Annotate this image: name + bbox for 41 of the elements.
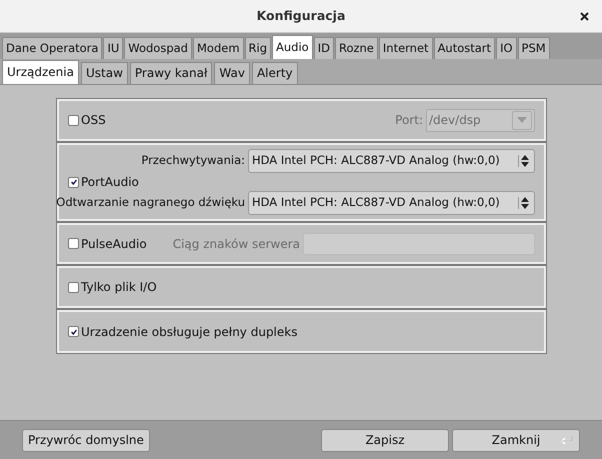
tab[interactable]: Rozne — [334, 37, 378, 59]
tab[interactable]: IU — [103, 37, 124, 59]
field-label: Odtwarzanie nagranego dźwięku — [55, 194, 245, 212]
checkbox[interactable] — [68, 282, 79, 292]
checkbox-label: PulseAudio — [81, 236, 147, 252]
tab[interactable]: Ustaw — [80, 62, 128, 84]
spinner-icon — [518, 155, 529, 167]
checkbox-label: PortAudio — [81, 174, 139, 191]
tab[interactable]: Audio — [272, 35, 313, 59]
checkbox-label: OSS — [81, 112, 106, 129]
restore-defaults-button[interactable]: Przywróc domyslne — [22, 428, 150, 452]
tab[interactable]: PSM — [518, 37, 550, 59]
checkbox[interactable] — [68, 176, 79, 188]
tab[interactable]: Wav — [214, 62, 250, 84]
tab[interactable]: Rig — [244, 37, 272, 59]
checkbox-label: Urzadzenie obsługuje pełny dupleks — [81, 324, 298, 340]
close-button[interactable]: Zamknij — [452, 428, 580, 452]
server-label: Ciąg znaków serwera — [172, 236, 300, 252]
checkbox[interactable] — [68, 114, 79, 126]
checkbox[interactable] — [68, 326, 79, 337]
checkbox-label: Tylko plik I/O — [81, 279, 157, 296]
port-label: Port: — [395, 112, 423, 129]
tab[interactable]: Wodospad — [124, 37, 192, 59]
tab[interactable]: Internet — [378, 37, 433, 59]
device-combo[interactable]: HDA Intel PCH: ALC887-VD Analog (hw:0,0) — [248, 149, 535, 173]
tab[interactable]: Alerty — [252, 62, 298, 84]
tab[interactable]: Autostart — [434, 37, 496, 59]
tab[interactable]: IO — [496, 37, 517, 59]
tab[interactable]: Urządzenia — [2, 60, 79, 84]
tab[interactable]: ID — [314, 37, 334, 59]
tab[interactable]: Modem — [192, 37, 244, 59]
tab[interactable]: Prawy kanał — [130, 62, 212, 84]
checkbox[interactable] — [68, 238, 79, 249]
tab[interactable]: Dane Operatora — [2, 37, 102, 59]
window-title: Konfiguracja — [256, 6, 346, 25]
spinner-icon — [518, 197, 529, 209]
device-combo[interactable]: HDA Intel PCH: ALC887-VD Analog (hw:0,0) — [248, 191, 535, 215]
close-icon[interactable] — [580, 12, 589, 21]
field-label: Przechwytywania: — [140, 152, 245, 170]
dropdown-icon — [512, 110, 532, 130]
save-button[interactable]: Zapisz — [321, 428, 449, 452]
